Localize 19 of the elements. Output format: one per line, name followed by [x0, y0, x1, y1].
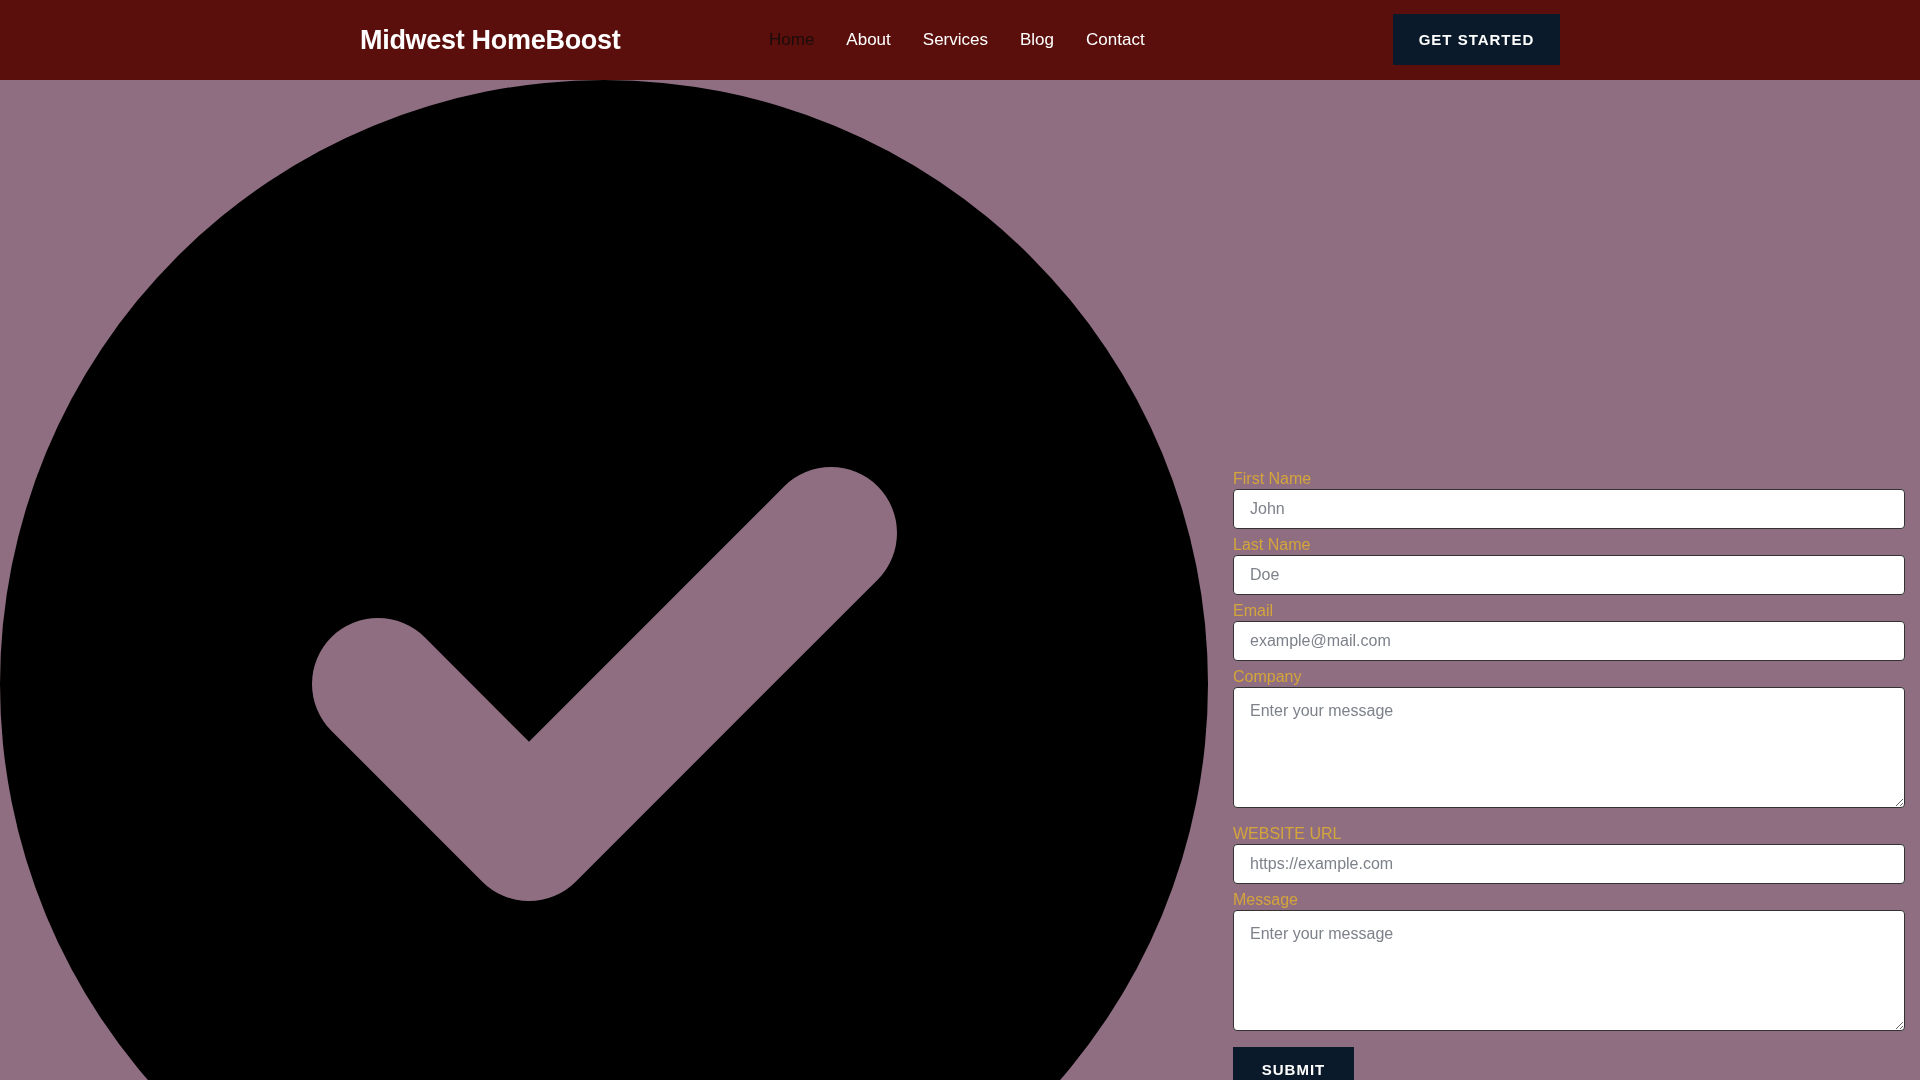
- text-input-field[interactable]: Doe: [1233, 555, 1905, 595]
- textarea-field[interactable]: Enter your message: [1233, 687, 1905, 808]
- nav-link[interactable]: Blog: [1020, 30, 1054, 50]
- field-label: Email: [1233, 601, 1273, 621]
- field-label: Company: [1233, 667, 1302, 687]
- submit-button[interactable]: SUBMIT: [1233, 1047, 1354, 1080]
- field-label: Message: [1233, 890, 1298, 910]
- field-label: WEBSITE URL: [1233, 824, 1342, 844]
- site-logo[interactable]: Midwest HomeBoost: [360, 24, 769, 56]
- text-input-field[interactable]: https://example.com: [1233, 844, 1905, 884]
- field-label: First Name: [1233, 469, 1312, 489]
- nav-link[interactable]: Services: [922, 30, 988, 50]
- nav-link[interactable]: Contact: [1086, 30, 1145, 50]
- textarea-field[interactable]: Enter your message: [1233, 910, 1905, 1031]
- text-input-field[interactable]: example@mail.com: [1233, 621, 1905, 661]
- field-label: Last Name: [1233, 535, 1311, 555]
- text-input-field[interactable]: John: [1233, 489, 1905, 529]
- get-started-button[interactable]: GET STARTED: [1393, 13, 1560, 65]
- nav-link[interactable]: About: [846, 30, 891, 50]
